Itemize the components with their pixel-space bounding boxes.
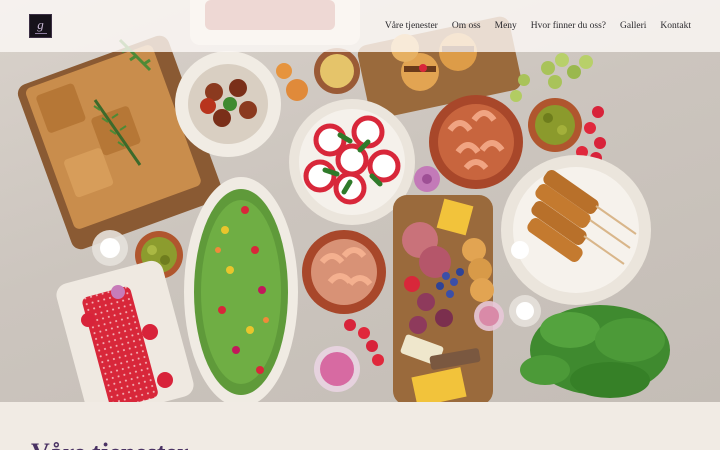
main-nav: Våre tjenester Om oss Meny Hvor finner d…: [371, 0, 691, 52]
herb-plant: [520, 305, 670, 398]
shrimp-bowl-large: [429, 95, 523, 189]
nav-item-hvor-finner[interactable]: Hvor finner du oss?: [531, 21, 606, 31]
meatball-bowl: [175, 51, 281, 157]
nav-item-om-oss[interactable]: Om oss: [452, 21, 481, 31]
nav-item-tjenester[interactable]: Våre tjenester: [385, 21, 438, 31]
jam-jar: [474, 301, 504, 331]
watermelon-platter: [56, 260, 194, 402]
skewer-plate: [501, 155, 651, 305]
site-logo[interactable]: g: [29, 14, 52, 38]
logo-monogram: g: [37, 17, 44, 32]
salad-platter: [184, 177, 298, 402]
charcuterie-board: [393, 195, 494, 402]
pickled-onion-jar: [314, 346, 360, 392]
olive-bowl-right: [528, 98, 582, 152]
white-flower: [511, 241, 529, 259]
section-title: Våre tjenester: [31, 438, 189, 450]
grapes: [510, 53, 593, 102]
shrimp-bowl-small: [302, 230, 386, 314]
catering-table-photo: [17, 0, 670, 402]
nav-item-meny[interactable]: Meny: [495, 21, 517, 31]
site-header: g Våre tjenester Om oss Meny Hvor finner…: [0, 0, 720, 52]
hero-banner: [0, 0, 720, 402]
nav-item-galleri[interactable]: Galleri: [620, 21, 646, 31]
logo-underline: [34, 33, 47, 34]
services-section: Våre tjenester: [0, 402, 720, 450]
nav-item-kontakt[interactable]: Kontakt: [660, 21, 691, 31]
